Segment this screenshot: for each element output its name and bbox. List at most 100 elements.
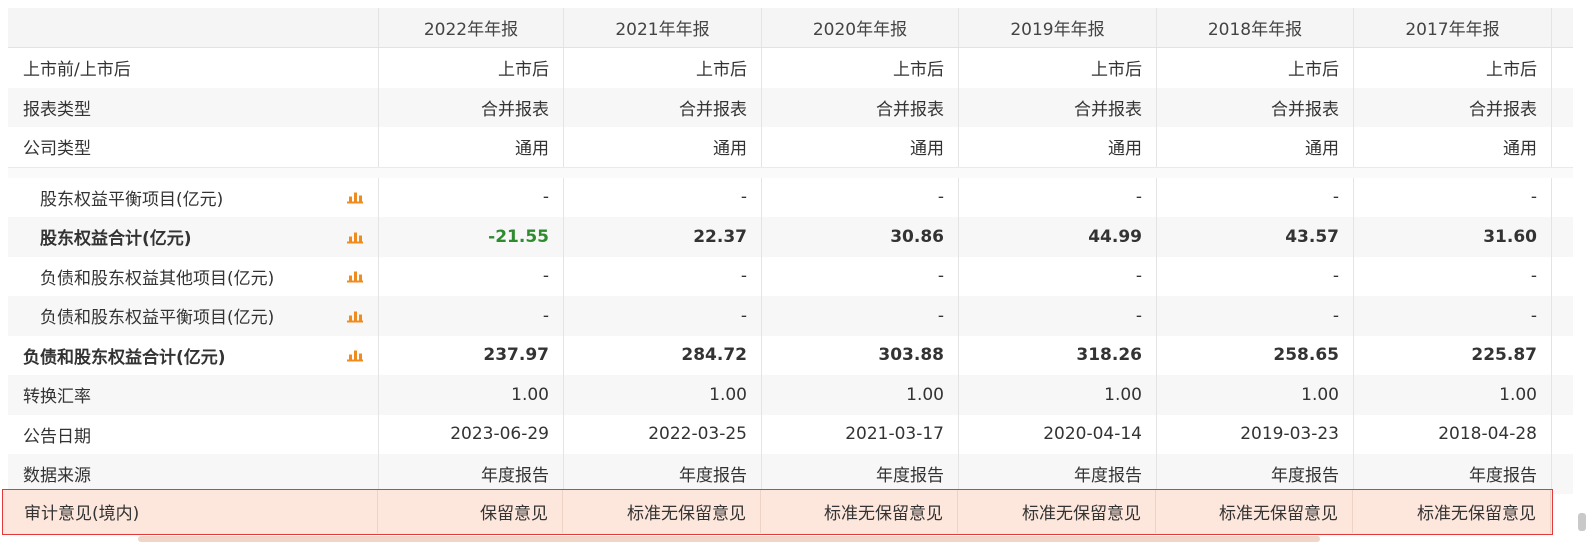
cell: 年度报告	[379, 454, 564, 494]
col-header-2021[interactable]: 2021年年报	[564, 8, 762, 47]
cell: 通用	[959, 127, 1157, 167]
table-row: 上市前/上市后 上市后 上市后 上市后 上市后 上市后 上市后	[8, 48, 1573, 88]
cell: 1.00	[564, 375, 762, 415]
cell: 258.65	[1157, 335, 1354, 375]
cell: -	[762, 177, 959, 217]
col-header-2020[interactable]: 2020年年报	[762, 8, 959, 47]
cell: -	[959, 177, 1157, 217]
cell: -	[1354, 296, 1552, 336]
row-label: 股东权益平衡项目(亿元)	[40, 189, 224, 210]
cell: -	[762, 256, 959, 296]
section-divider	[8, 166, 1573, 178]
cell: 318.26	[959, 335, 1157, 375]
cell: 上市后	[379, 48, 564, 88]
cell: -	[564, 177, 762, 217]
row-label: 转换汇率	[8, 375, 379, 415]
table-row: 转换汇率 1.00 1.00 1.00 1.00 1.00 1.00	[8, 375, 1573, 415]
table-header: 2022年年报 2021年年报 2020年年报 2019年年报 2018年年报 …	[8, 8, 1573, 48]
table-row: 报表类型 合并报表 合并报表 合并报表 合并报表 合并报表 合并报表	[8, 87, 1573, 127]
cell: 年度报告	[762, 454, 959, 494]
cell: 通用	[379, 127, 564, 167]
cell: 年度报告	[1157, 454, 1354, 494]
cell: 1.00	[1157, 375, 1354, 415]
row-label: 负债和股东权益平衡项目(亿元)	[40, 308, 275, 329]
cell: 2022-03-25	[564, 414, 762, 454]
cell: 2021-03-17	[762, 414, 959, 454]
cell: -	[564, 296, 762, 336]
audit-opinion-row-highlight: 审计意见(境内) 保留意见 标准无保留意见 标准无保留意见 标准无保留意见 标准…	[2, 489, 1553, 535]
cell: 2019-03-23	[1157, 414, 1354, 454]
bar-chart-icon[interactable]	[347, 191, 363, 204]
cell: 44.99	[959, 217, 1157, 257]
cell: 上市后	[1354, 48, 1552, 88]
cell: 2018-04-28	[1354, 414, 1552, 454]
row-label: 报表类型	[8, 87, 379, 127]
cell: 22.37	[564, 217, 762, 257]
cell: 通用	[564, 127, 762, 167]
cell: 237.97	[379, 335, 564, 375]
col-header-2019[interactable]: 2019年年报	[959, 8, 1157, 47]
table-row: 审计意见(境内) 保留意见 标准无保留意见 标准无保留意见 标准无保留意见 标准…	[3, 490, 1552, 533]
horizontal-scrollbar[interactable]	[138, 536, 1320, 542]
cell: 合并报表	[1354, 87, 1552, 127]
cell: 上市后	[762, 48, 959, 88]
financial-table: 2022年年报 2021年年报 2020年年报 2019年年报 2018年年报 …	[8, 8, 1573, 494]
row-label: 公告日期	[8, 414, 379, 454]
cell: -	[1157, 256, 1354, 296]
cell: 43.57	[1157, 217, 1354, 257]
cell: 保留意见	[378, 490, 563, 533]
cell: 合并报表	[959, 87, 1157, 127]
cell: 1.00	[379, 375, 564, 415]
table-row: 负债和股东权益其他项目(亿元) - - - - - -	[8, 256, 1573, 296]
vertical-scrollbar[interactable]	[1578, 513, 1586, 531]
cell: 上市后	[1157, 48, 1354, 88]
cell: -	[379, 177, 564, 217]
col-header-2018[interactable]: 2018年年报	[1157, 8, 1354, 47]
cell: 合并报表	[1157, 87, 1354, 127]
bar-chart-icon[interactable]	[347, 270, 363, 283]
table-row: 公司类型 通用 通用 通用 通用 通用 通用	[8, 127, 1573, 167]
row-label: 负债和股东权益其他项目(亿元)	[40, 268, 275, 289]
cell: 年度报告	[564, 454, 762, 494]
table-row: 负债和股东权益平衡项目(亿元) - - - - - -	[8, 296, 1573, 336]
bar-chart-icon[interactable]	[347, 230, 363, 244]
row-label: 审计意见(境内)	[3, 490, 378, 533]
cell: -	[1157, 177, 1354, 217]
cell: 年度报告	[1354, 454, 1552, 494]
bar-chart-icon[interactable]	[347, 309, 363, 323]
cell: 1.00	[959, 375, 1157, 415]
cell-negative: -21.55	[379, 217, 564, 257]
cell: 30.86	[762, 217, 959, 257]
cell: -	[1157, 296, 1354, 336]
cell: -	[379, 296, 564, 336]
cell: -	[1354, 177, 1552, 217]
cell: 标准无保留意见	[1156, 490, 1353, 533]
cell: 通用	[1354, 127, 1552, 167]
cell: -	[564, 256, 762, 296]
cell: 通用	[1157, 127, 1354, 167]
cell: 303.88	[762, 335, 959, 375]
cell: -	[379, 256, 564, 296]
cell: 年度报告	[959, 454, 1157, 494]
bar-chart-icon[interactable]	[347, 349, 363, 362]
col-header-2022[interactable]: 2022年年报	[379, 8, 564, 47]
col-header-2017[interactable]: 2017年年报	[1354, 8, 1552, 47]
cell: 标准无保留意见	[958, 490, 1156, 533]
cell: 标准无保留意见	[761, 490, 958, 533]
cell: 1.00	[1354, 375, 1552, 415]
row-label: 公司类型	[8, 127, 379, 167]
table-row: 数据来源 年度报告 年度报告 年度报告 年度报告 年度报告 年度报告	[8, 454, 1573, 494]
row-label: 负债和股东权益合计(亿元)	[23, 347, 226, 368]
table-row: 负债和股东权益合计(亿元) 237.97 284.72 303.88 318.2…	[8, 335, 1573, 375]
cell: 合并报表	[379, 87, 564, 127]
cell: 上市后	[564, 48, 762, 88]
row-label: 股东权益合计(亿元)	[40, 229, 192, 250]
cell: 2023-06-29	[379, 414, 564, 454]
row-label: 数据来源	[8, 454, 379, 494]
cell: 合并报表	[762, 87, 959, 127]
cell: -	[959, 256, 1157, 296]
cell: -	[959, 296, 1157, 336]
row-label: 上市前/上市后	[8, 48, 379, 88]
table-row: 股东权益平衡项目(亿元) - - - - - -	[8, 177, 1573, 217]
cell: 通用	[762, 127, 959, 167]
